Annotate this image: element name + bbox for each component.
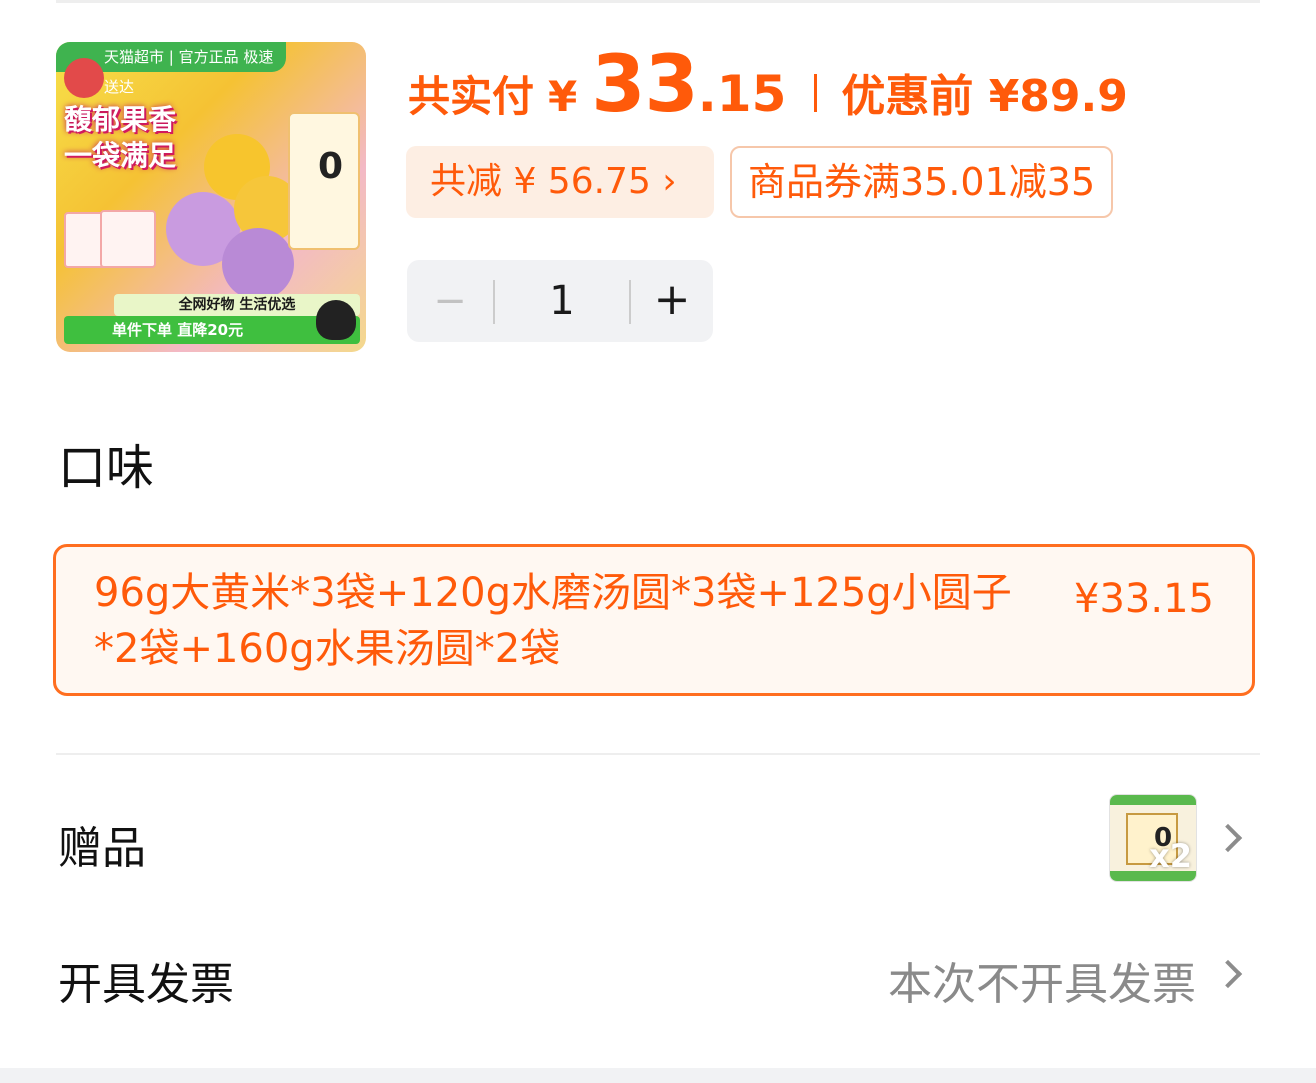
slogan-line-2: 一袋满足 [64, 139, 177, 172]
quantity-stepper: − 1 + [407, 260, 713, 342]
increase-button[interactable]: + [631, 260, 713, 342]
gift-label: 赠品 [58, 823, 146, 874]
product-image[interactable]: 天猫超市 | 官方正品 极速送达 馥郁果香 一袋满足 0 全网好物 生活优选 单… [56, 42, 366, 352]
product-slogan: 馥郁果香 一袋满足 [64, 102, 176, 174]
strawberry-decor [64, 58, 104, 98]
price-row: 共实付 ¥ 33 .15 优惠前 ¥89.9 [408, 40, 1128, 130]
flavor-option-selected[interactable]: 96g大黄米*3袋+120g水磨汤圆*3袋+125g小圆子*2袋+160g水果汤… [53, 544, 1255, 696]
gift-quantity: x2 [1149, 837, 1192, 875]
price-integer: 33 [591, 40, 699, 130]
price-separator [814, 74, 818, 112]
section-divider [56, 753, 1260, 755]
purple-ball [222, 228, 294, 300]
product-bag [100, 210, 156, 268]
price-decimal: .15 [697, 65, 787, 123]
flavor-option-text: 96g大黄米*3袋+120g水磨汤圆*3袋+125g小圆子*2袋+160g水果汤… [94, 570, 1012, 672]
price-label: 共实付 [408, 72, 535, 121]
top-divider [56, 0, 1260, 3]
tmall-cat-icon [316, 300, 356, 340]
chevron-right-icon[interactable] [1213, 959, 1243, 989]
slogan-line-1: 馥郁果香 [64, 103, 177, 136]
invoice-label: 开具发票 [58, 959, 234, 1010]
price-currency: ¥ [548, 72, 578, 121]
chevron-right-icon[interactable] [1213, 823, 1243, 853]
decrease-button[interactable]: − [407, 260, 493, 342]
flavor-option-price: ¥33.15 [1074, 576, 1214, 622]
gift-pack-image: 0 [288, 112, 360, 250]
gift-band [1110, 795, 1196, 805]
coupon-badge: 商品券满35.01减35 [730, 146, 1114, 218]
original-price: 优惠前 ¥89.9 [841, 71, 1128, 122]
bottom-bar [0, 1068, 1316, 1083]
zero-icon: 0 [318, 146, 344, 187]
quantity-value[interactable]: 1 [495, 260, 629, 342]
invoice-value[interactable]: 本次不开具发票 [888, 948, 1196, 1012]
flavor-title: 口味 [58, 440, 155, 496]
gift-image[interactable]: 0 x2 [1109, 794, 1197, 882]
total-discount-button[interactable]: 共减 ¥ 56.75 › [406, 146, 714, 218]
